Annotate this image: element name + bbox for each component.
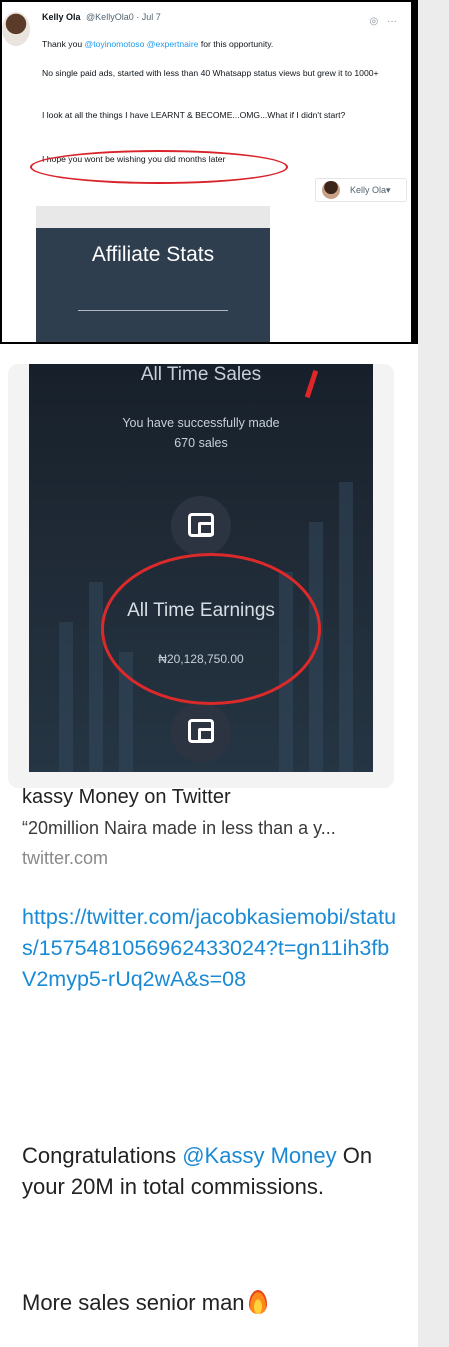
all-time-sales-label: All Time Sales [140,364,262,385]
highlight-circle [30,150,288,184]
mention-kassy-money[interactable]: @Kassy Money [182,1143,336,1168]
congrats-pre: Congratulations [22,1143,183,1168]
camera-icon: ◎ [369,16,379,27]
tweet-paragraph-3: I look at all the things I have LEARNT &… [42,110,346,120]
sales-line-1: You have successfully made [122,416,280,430]
link-domain: twitter.com [22,848,109,868]
tweet-card: Kelly Ola @KellyOla0 · Jul 7 ◎ ··· Thank… [2,2,411,342]
line1-pre: Thank you [42,39,85,49]
divider [78,310,228,311]
author-name: Kelly Ola [42,12,81,22]
congrats-message: Congratulations @Kassy Money On your 20M… [22,1140,402,1202]
fire-emoji-icon [248,1290,267,1314]
tweet-paragraph-2: No single paid ads, started with less th… [42,68,379,78]
highlight-circle-earnings [101,553,321,705]
wallet-icon [171,496,231,556]
closing-message: More sales senior man [22,1287,402,1318]
caret-down-icon: ▾ [386,185,391,195]
profile-chip: Kelly Ola▾ [315,178,407,202]
wallet-icon-2 [171,702,231,762]
tweet-url-link[interactable]: https://twitter.com/jacobkasiemobi/statu… [22,902,402,995]
author-handle: @KellyOla0 · Jul 7 [86,12,161,22]
tweet-line-1: Thank you @toyinomotoso @expertnaire for… [42,39,392,50]
chip-name: Kelly Ola [350,185,387,195]
avatar [2,12,30,46]
sales-count: 670 sales [174,436,228,450]
tweet-actions: ◎ ··· [369,16,397,27]
tweet-screenshot: Kelly Ola @KellyOla0 · Jul 7 ◎ ··· Thank… [0,0,418,344]
mention-expertnaire: @expertnaire [144,39,199,49]
ellipsis-icon: ··· [387,16,397,27]
affiliate-stats-card: Affiliate Stats [36,206,270,342]
line1-post: for this opportunity. [198,39,274,49]
tweet-header: Kelly Ola @KellyOla0 · Jul 7 [42,12,161,22]
link-description: “20million Naira made in less than a y..… [22,818,336,838]
chip-avatar [322,181,340,199]
chat-background [418,0,449,1347]
link-title[interactable]: kassy Money on Twitter [22,786,231,809]
closing-text: More sales senior man [22,1290,245,1315]
stats-title: Affiliate Stats [91,243,215,266]
mention-toyinomotoso: @toyinomotoso [84,39,145,49]
